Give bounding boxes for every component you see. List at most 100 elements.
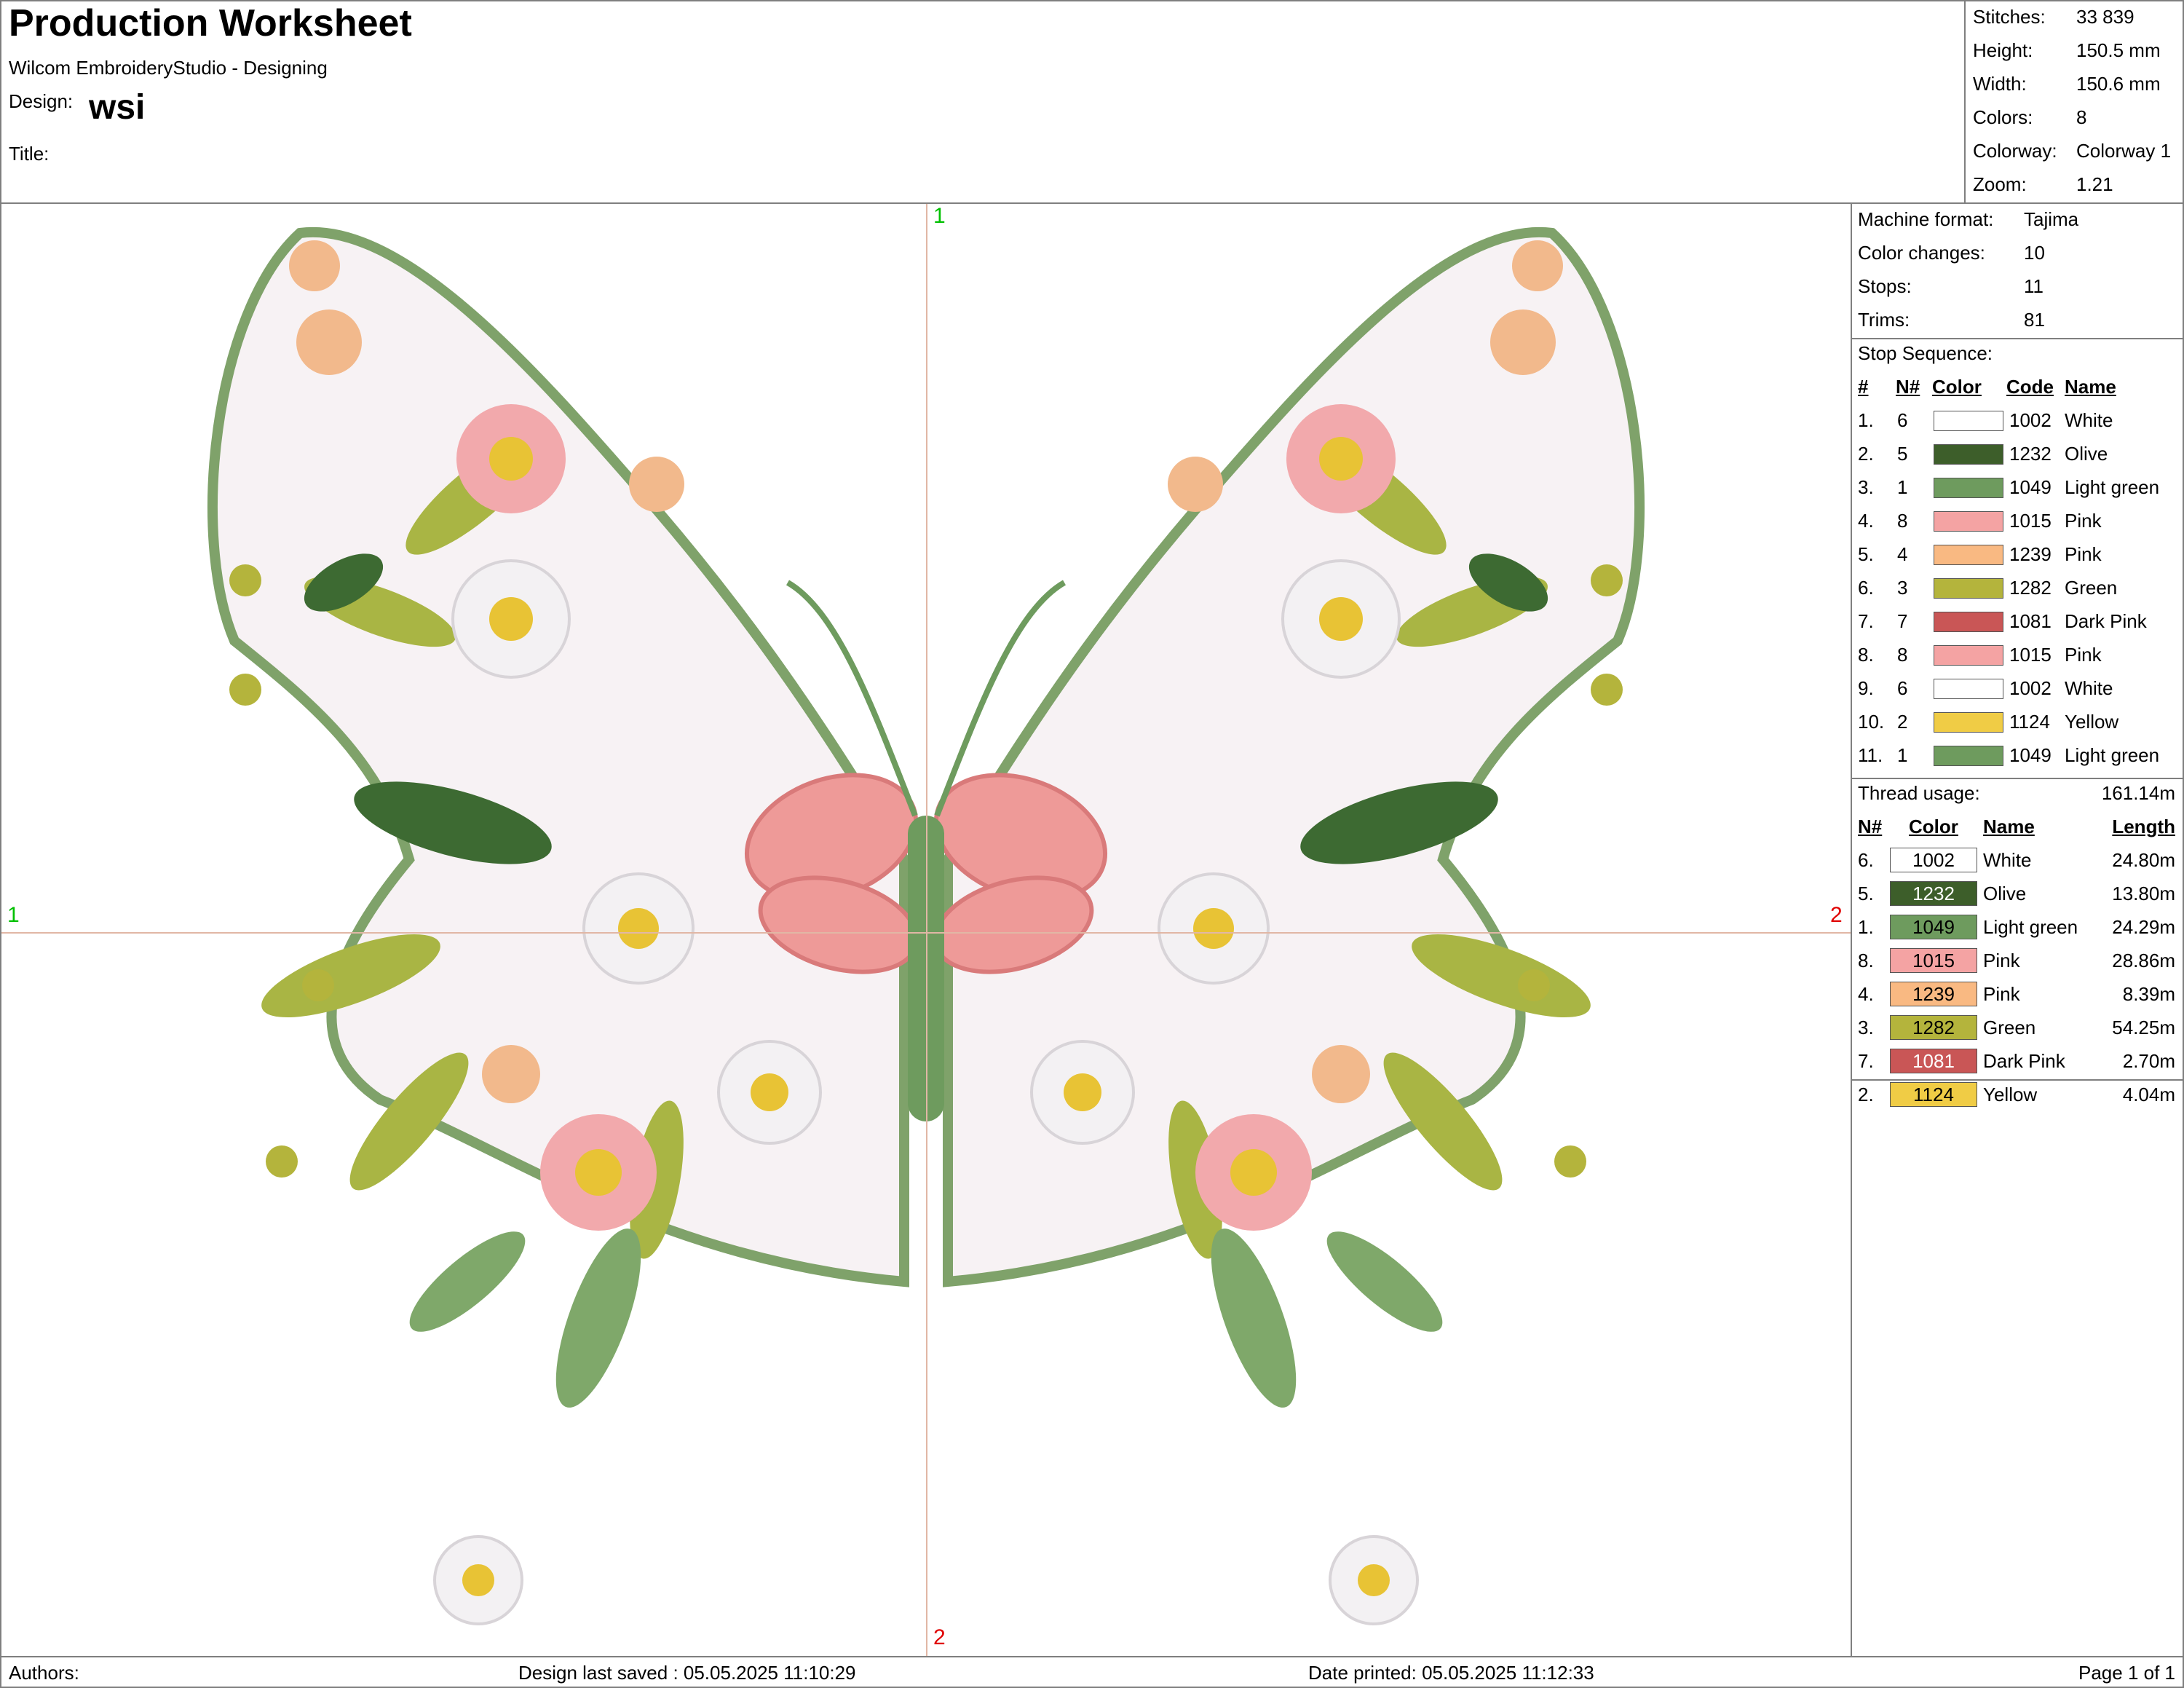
stat-value: 8 [2076, 106, 2087, 128]
stop-row-needle: 6 [1897, 677, 1908, 699]
stop-row-index: 9. [1858, 677, 1874, 699]
thread-row-needle: 1. [1858, 916, 1874, 938]
guide-marker-left: 1 [7, 903, 20, 927]
section-divider [1852, 338, 2183, 339]
stop-row-name: Pink [2065, 644, 2102, 666]
stop-header-name: Name [2065, 376, 2116, 398]
thread-row-color-chip: 1124 [1890, 1082, 1977, 1107]
stop-row-swatch [1934, 746, 2003, 766]
thread-header-length: Length [2112, 816, 2175, 837]
stop-row-swatch [1934, 712, 2003, 733]
thread-header-color: Color [1909, 816, 1958, 837]
footer-date-printed: Date printed: 05.05.2025 11:12:33 [1308, 1662, 1594, 1684]
thread-row-color-chip: 1282 [1890, 1015, 1977, 1040]
stat-value: 150.5 mm [2076, 39, 2161, 61]
stop-row-swatch [1934, 411, 2003, 431]
stop-header-code: Code [2006, 376, 2054, 398]
stat-label: Stitches: [1973, 6, 2046, 28]
info-panel: Machine format: Tajima Color changes: 10… [1851, 202, 2184, 1657]
stop-row-swatch [1934, 645, 2003, 666]
stop-row-needle: 5 [1897, 443, 1908, 465]
design-stats: Stitches: 33 839 Height: 150.5 mm Width:… [1964, 0, 2184, 204]
thread-row-length: 2.70m [2122, 1050, 2175, 1072]
machine-label: Color changes: [1858, 242, 1985, 264]
thread-row-needle: 6. [1858, 849, 1874, 871]
thread-row-name: Pink [1983, 950, 2020, 971]
stat-label: Zoom: [1973, 173, 2027, 195]
stop-header-n: N# [1896, 376, 1920, 398]
stop-row-name: Light green [2065, 476, 2160, 498]
thread-row-color-chip: 1239 [1890, 982, 1977, 1006]
thread-row-needle: 7. [1858, 1050, 1874, 1072]
stop-row-swatch [1934, 478, 2003, 498]
footer-page-number: Page 1 of 1 [2078, 1662, 2175, 1684]
thread-row-color-chip: 1232 [1890, 881, 1977, 906]
stop-row-name: White [2065, 677, 2113, 699]
stop-row-code: 1282 [2009, 577, 2052, 599]
stop-row-code: 1049 [2009, 744, 2052, 766]
stop-row-code: 1002 [2009, 409, 2052, 431]
thread-usage-title: Thread usage: [1858, 782, 1980, 804]
app-name: Wilcom EmbroideryStudio - Designing [9, 57, 328, 79]
stop-row-needle: 8 [1897, 644, 1908, 666]
stop-row-swatch [1934, 578, 2003, 599]
stop-sequence-title: Stop Sequence: [1858, 342, 1993, 364]
machine-label: Machine format: [1858, 208, 1994, 230]
stop-row-needle: 8 [1897, 510, 1908, 532]
thread-row-length: 54.25m [2112, 1017, 2175, 1038]
stat-label: Height: [1973, 39, 2033, 61]
vertical-center-guide [926, 204, 927, 1656]
thread-row-needle: 5. [1858, 883, 1874, 904]
stop-row-code: 1081 [2009, 610, 2052, 632]
thread-row-color-chip: 1049 [1890, 915, 1977, 939]
stop-row-index: 6. [1858, 577, 1874, 599]
stat-label: Colorway: [1973, 140, 2057, 162]
guide-marker-bottom: 2 [933, 1625, 946, 1649]
guide-marker-right: 2 [1830, 903, 1843, 927]
thread-row-length: 4.04m [2122, 1084, 2175, 1105]
footer-last-saved: Design last saved : 05.05.2025 11:10:29 [518, 1662, 856, 1684]
machine-value: Tajima [2024, 208, 2079, 230]
thread-row-needle: 3. [1858, 1017, 1874, 1038]
section-divider [1852, 778, 2183, 779]
thread-row-color-chip: 1002 [1890, 848, 1977, 872]
stop-row-name: White [2065, 409, 2113, 431]
thread-row-length: 28.86m [2112, 950, 2175, 971]
stop-row-needle: 7 [1897, 610, 1908, 632]
stop-row-index: 7. [1858, 610, 1874, 632]
stop-row-index: 8. [1858, 644, 1874, 666]
machine-value: 10 [2024, 242, 2045, 264]
stop-row-code: 1002 [2009, 677, 2052, 699]
thread-row-needle: 8. [1858, 950, 1874, 971]
machine-value: 11 [2024, 275, 2043, 297]
footer-authors: Authors: [9, 1662, 79, 1684]
stop-row-code: 1124 [2009, 711, 2050, 733]
thread-row-needle: 4. [1858, 983, 1874, 1005]
stop-row-index: 5. [1858, 543, 1874, 565]
stop-row-needle: 2 [1897, 711, 1908, 733]
stop-row-name: Light green [2065, 744, 2160, 766]
thread-row-needle: 2. [1858, 1084, 1874, 1105]
stop-row-index: 1. [1858, 409, 1874, 431]
thread-row-length: 8.39m [2122, 983, 2175, 1005]
stop-row-swatch [1934, 612, 2003, 632]
stop-row-swatch [1934, 679, 2003, 699]
stop-row-name: Dark Pink [2065, 610, 2147, 632]
stop-row-needle: 1 [1897, 476, 1908, 498]
stop-row-needle: 1 [1897, 744, 1908, 766]
stat-label: Colors: [1973, 106, 2033, 128]
horizontal-center-guide [1, 932, 1851, 934]
stop-row-name: Pink [2065, 543, 2102, 565]
thread-row-name: Pink [1983, 983, 2020, 1005]
stop-row-needle: 6 [1897, 409, 1908, 431]
stop-row-index: 10. [1858, 711, 1885, 733]
title-label: Title: [9, 143, 50, 165]
stop-row-code: 1015 [2009, 644, 2052, 666]
stop-row-name: Pink [2065, 510, 2102, 532]
stat-value: Colorway 1 [2076, 140, 2172, 162]
thread-row-color-chip: 1015 [1890, 948, 1977, 973]
worksheet-footer: Authors: Design last saved : 05.05.2025 … [0, 1656, 2184, 1688]
stop-row-index: 2. [1858, 443, 1874, 465]
thread-header-name: Name [1983, 816, 2035, 837]
stop-row-swatch [1934, 444, 2003, 465]
